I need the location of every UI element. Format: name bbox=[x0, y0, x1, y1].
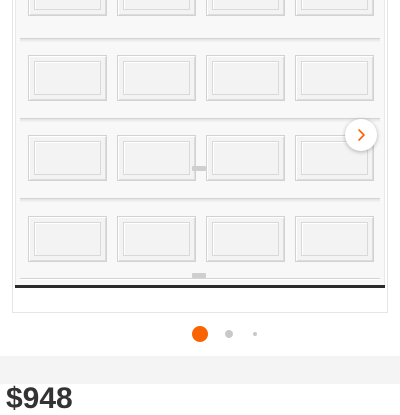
door-panel bbox=[295, 55, 374, 101]
product-price: $948 bbox=[6, 382, 73, 415]
garage-door-image[interactable] bbox=[15, 0, 385, 287]
door-weather-seal bbox=[15, 285, 385, 288]
door-panel bbox=[117, 55, 196, 101]
door-panel bbox=[295, 216, 374, 262]
section-divider bbox=[0, 356, 400, 384]
door-panel bbox=[206, 216, 285, 262]
door-section-3 bbox=[20, 122, 380, 203]
door-panel bbox=[28, 0, 107, 16]
product-image-frame bbox=[12, 0, 388, 313]
door-section-1 bbox=[20, 0, 380, 43]
door-panel bbox=[117, 135, 196, 181]
carousel-dot[interactable] bbox=[225, 330, 233, 338]
carousel-dot-small[interactable] bbox=[253, 332, 257, 336]
door-panel bbox=[117, 0, 196, 16]
door-section-2 bbox=[20, 42, 380, 123]
door-panel bbox=[28, 216, 107, 262]
next-image-button[interactable] bbox=[345, 119, 377, 151]
door-panel bbox=[206, 135, 285, 181]
chevron-right-icon bbox=[354, 128, 368, 142]
door-panel bbox=[28, 55, 107, 101]
door-section-4 bbox=[20, 202, 380, 279]
door-panel bbox=[206, 55, 285, 101]
door-panel bbox=[28, 135, 107, 181]
carousel-dot-active[interactable] bbox=[192, 326, 208, 342]
product-image-gallery[interactable] bbox=[0, 0, 400, 315]
door-panel bbox=[117, 216, 196, 262]
door-panel bbox=[295, 0, 374, 16]
carousel-pagination bbox=[0, 326, 400, 342]
door-bottom-handle bbox=[192, 273, 206, 278]
door-lock-handle bbox=[192, 166, 206, 171]
door-panel bbox=[206, 0, 285, 16]
